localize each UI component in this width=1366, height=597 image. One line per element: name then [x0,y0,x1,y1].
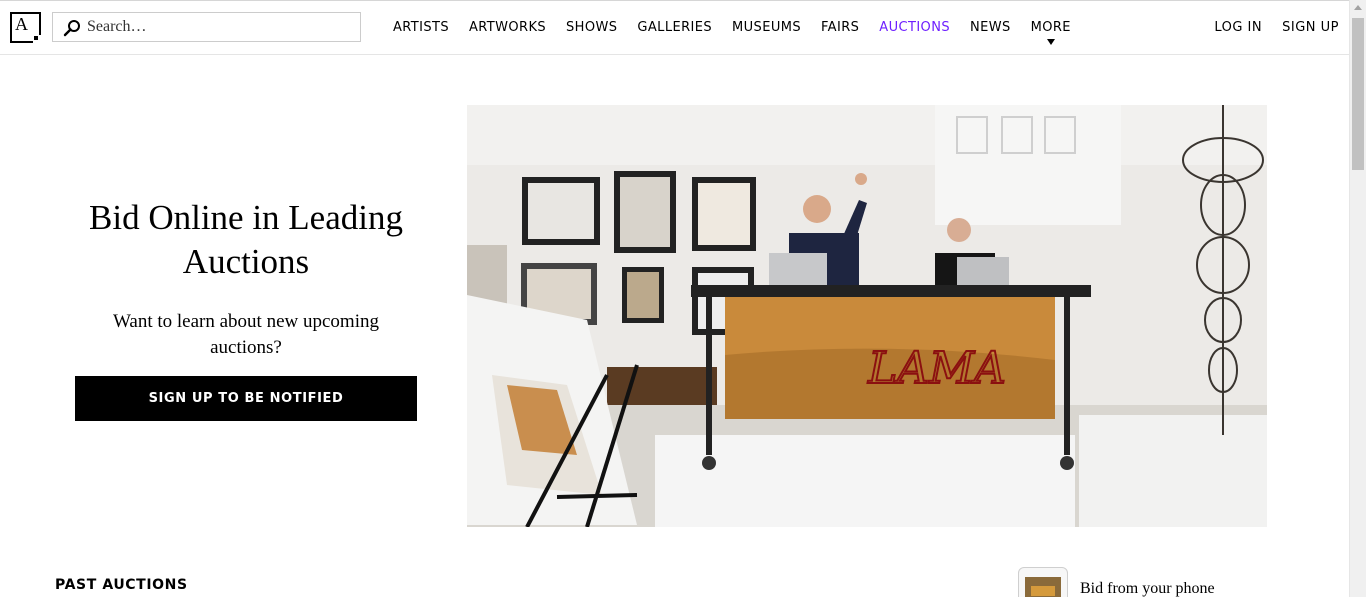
scrollbar-thumb[interactable] [1352,18,1364,170]
nav-artists[interactable]: ARTISTS [383,19,459,37]
nav-shows[interactable]: SHOWS [556,19,627,37]
caret-down-icon [1046,39,1055,45]
main-nav: ARTISTS ARTWORKS SHOWS GALLERIES MUSEUMS… [383,19,1081,45]
search-input[interactable] [87,17,347,37]
hero-title: Bid Online in Leading Auctions [89,198,403,281]
nav-more[interactable]: MORE [1021,19,1081,45]
search-box [52,12,361,42]
search-icon [63,20,80,37]
login-link[interactable]: LOG IN [1204,19,1272,37]
signup-notify-button[interactable]: SIGN UP TO BE NOTIFIED [75,376,417,421]
past-auctions-heading: PAST AUCTIONS [55,577,188,593]
nav-news[interactable]: NEWS [960,19,1021,37]
auction-scene-illustration: LAMA [467,105,1267,527]
logo-letter: A [15,14,28,34]
site-header: A ARTISTS ARTWORKS SHOWS GALLERIES MUSEU… [0,1,1349,55]
hero-subtitle: Want to learn about new upcoming auction… [113,311,379,358]
phone-icon [1018,567,1068,597]
auth-links: LOG IN SIGN UP [1204,19,1349,37]
page: A ARTISTS ARTWORKS SHOWS GALLERIES MUSEU… [0,0,1349,597]
nav-artworks[interactable]: ARTWORKS [459,19,556,37]
scroll-up-icon[interactable] [1354,5,1362,10]
podium-sign: LAMA [867,343,1006,394]
bid-phone-link[interactable]: Bid from your phone [1080,580,1215,597]
nav-fairs[interactable]: FAIRS [811,19,869,37]
signup-link[interactable]: SIGN UP [1272,19,1349,37]
auction-hero-image: LAMA [467,105,1267,527]
artsy-logo[interactable]: A [10,12,41,43]
nav-museums[interactable]: MUSEUMS [722,19,811,37]
nav-galleries[interactable]: GALLERIES [627,19,722,37]
hero-text: Bid Online in Leading Auctions Want to l… [62,196,430,361]
vertical-scrollbar[interactable] [1349,0,1366,597]
nav-auctions[interactable]: AUCTIONS [869,19,960,37]
nav-more-label: MORE [1030,20,1071,35]
